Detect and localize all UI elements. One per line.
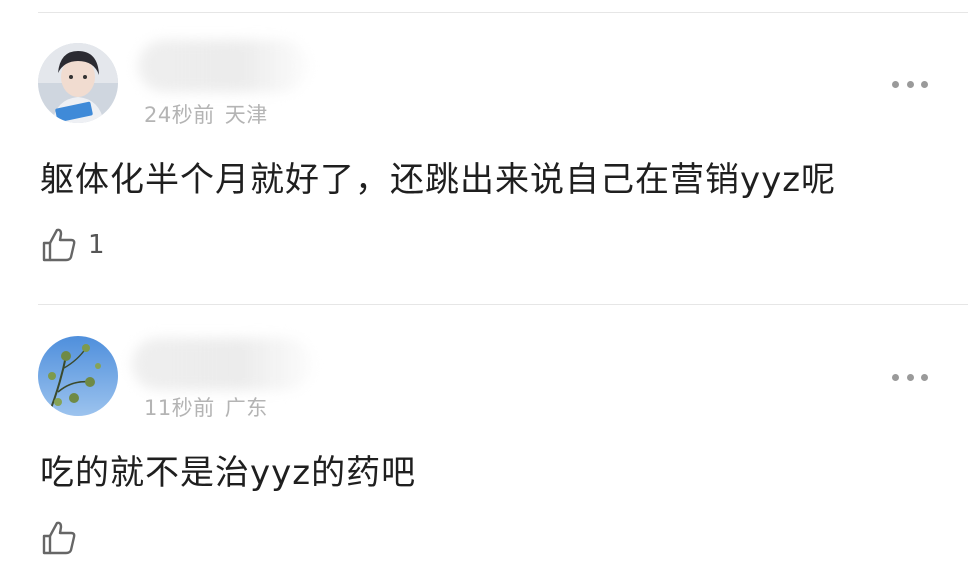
like-button[interactable]: 1: [40, 226, 105, 264]
comment-text: 吃的就不是治yyz的药吧: [40, 453, 417, 493]
more-dots-icon[interactable]: [892, 79, 928, 89]
comment-meta: 11秒前 广东: [144, 392, 268, 422]
avatar-person-photo: [38, 43, 118, 123]
comment-meta: 24秒前 天津: [144, 99, 268, 129]
thumbs-up-icon: [42, 228, 76, 262]
comment-location: 天津: [224, 103, 268, 127]
thumbs-up-icon: [42, 521, 76, 555]
comment-text: 躯体化半个月就好了，还跳出来说自己在营销yyz呢: [40, 160, 837, 200]
like-count: 1: [88, 230, 105, 260]
more-dots-icon[interactable]: [892, 372, 928, 382]
top-divider: [38, 12, 968, 13]
like-button[interactable]: [40, 519, 88, 557]
comment-time: 11秒前: [144, 396, 215, 420]
username-blurred[interactable]: [138, 40, 308, 92]
username-blurred[interactable]: [132, 338, 312, 390]
avatar[interactable]: [38, 336, 118, 416]
comment-location: 广东: [224, 396, 268, 420]
avatar[interactable]: [38, 43, 118, 123]
avatar-sky-tree-photo: [38, 336, 118, 416]
comment-divider: [38, 304, 968, 305]
comment-time: 24秒前: [144, 103, 215, 127]
